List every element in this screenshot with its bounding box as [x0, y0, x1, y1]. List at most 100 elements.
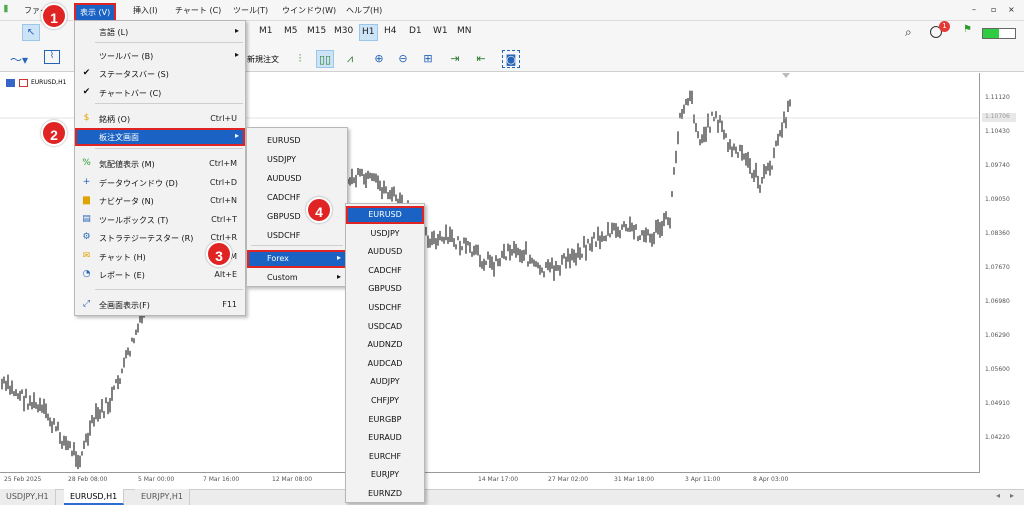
timeframe-d1[interactable]: D1	[409, 26, 422, 36]
chart-symbol-icon	[6, 79, 15, 87]
forex-symbol-item[interactable]: USDCAD	[346, 318, 424, 336]
line-studies-icon[interactable]: 〜▾	[10, 51, 28, 68]
menu-item-label: 言語 (L)	[99, 28, 129, 37]
forex-symbol-item[interactable]: EURNZD	[346, 485, 424, 503]
price-axis-label: 1.10430	[985, 128, 1010, 135]
candlestick-icon[interactable]: ▯▯	[316, 50, 334, 68]
view-menu-item[interactable]: ✔ チャートバー (C)	[75, 84, 245, 102]
menu-item-label: CADCHF	[267, 193, 301, 202]
menu-item-shortcut: Ctrl+M	[209, 159, 237, 168]
order-symbol-item[interactable]: CADCHF	[247, 189, 347, 207]
menu-item-label: USDCHF	[267, 231, 301, 240]
view-menu-item[interactable]: ✔ ステータスバー (S)	[75, 65, 245, 83]
autoscroll-icon[interactable]: ⇥	[446, 50, 464, 68]
bar-chart-icon[interactable]: ⫶	[291, 50, 309, 68]
forex-symbol-item[interactable]: AUDJPY	[346, 373, 424, 391]
order-symbol-item[interactable]: GBPUSD	[247, 208, 347, 226]
chart-tab[interactable]: USDJPY,H1	[0, 489, 56, 505]
chart-tab[interactable]: EURJPY,H1	[135, 489, 191, 505]
menu-item-icon: ◔	[82, 269, 91, 279]
order-symbol-item[interactable]: USDJPY	[247, 151, 347, 169]
order-group-item[interactable]: Custom ▸	[247, 269, 347, 287]
view-menu-item[interactable]: 言語 (L) ▸	[75, 23, 245, 41]
timeframe-m5[interactable]: M5	[284, 26, 298, 36]
window-close-button[interactable]: ×	[1008, 5, 1015, 14]
forex-symbol-item[interactable]: EURAUD	[346, 429, 424, 447]
order-symbol-item[interactable]: USDCHF	[247, 227, 347, 245]
menu-item-label: 全画面表示(F)	[99, 301, 150, 310]
forex-symbol-item[interactable]: CHFJPY	[346, 392, 424, 410]
submenu-arrow-icon: ▸	[336, 253, 341, 262]
forex-symbol-item[interactable]: AUDUSD	[346, 243, 424, 261]
timeframe-m30[interactable]: M30	[334, 26, 353, 36]
tab-scroll-right-icon[interactable]: ▸	[1010, 491, 1014, 500]
menu-window[interactable]: ウインドウ(W)	[282, 5, 336, 16]
forex-symbol-item[interactable]: EURCHF	[346, 448, 424, 466]
signal-icon: ⚑	[963, 24, 972, 35]
forex-symbol-item[interactable]: USDJPY	[346, 225, 424, 243]
chart-tab[interactable]: EURUSD,H1	[64, 489, 125, 505]
menu-insert[interactable]: 挿入(I)	[133, 5, 158, 16]
menu-item-label: CHFJPY	[370, 396, 400, 405]
timeframe-m15[interactable]: M15	[307, 26, 326, 36]
menu-separator	[95, 103, 243, 104]
forex-symbol-item[interactable]: AUDCAD	[346, 355, 424, 373]
menu-item-icon: ✔	[82, 68, 91, 78]
view-menu-item[interactable]: ▤ ツールボックス (T) Ctrl+T	[75, 211, 245, 229]
menu-item-label: USDCAD	[367, 321, 403, 331]
search-icon[interactable]: ⌕	[905, 25, 912, 40]
view-menu-item[interactable]: ◔ レポート (E) Alt+E	[75, 266, 245, 284]
forex-symbol-item[interactable]: EURGBP	[346, 411, 424, 429]
forex-symbol-item[interactable]: GBPUSD	[346, 280, 424, 298]
forex-symbol-item[interactable]: EURJPY	[346, 466, 424, 484]
forex-symbol-item[interactable]: AUDNZD	[346, 336, 424, 354]
screenshot-icon[interactable]: ◙	[502, 50, 520, 68]
timeframe-mn[interactable]: MN	[457, 26, 472, 36]
view-menu-item[interactable]: $ 銘柄 (O) Ctrl+U	[75, 110, 245, 128]
tab-scroll-left-icon[interactable]: ◂	[996, 491, 1000, 500]
order-symbol-item[interactable]: EURUSD	[247, 132, 347, 150]
forex-symbol-item[interactable]: CADCHF	[346, 262, 424, 280]
view-menu-item[interactable]: ▆ ナビゲータ (N) Ctrl+N	[75, 192, 245, 210]
menu-item-icon: ▆	[83, 195, 90, 205]
line-chart-icon[interactable]: ⩘	[341, 50, 359, 68]
window-minimize-button[interactable]: –	[972, 5, 976, 14]
menu-item-shortcut: Ctrl+T	[211, 215, 237, 224]
menu-bar: ⫴ ファイル 表示 (V) 挿入(I) チャート (C) ツール(T) ウインド…	[0, 0, 1024, 22]
chart-symbol-label: EURUSD,H1	[31, 79, 67, 86]
price-axis-label: 1.11120	[985, 94, 1010, 101]
timeframe-h1[interactable]: H1	[359, 24, 378, 41]
menu-tools[interactable]: ツール(T)	[233, 5, 268, 16]
new-order-button[interactable]: 新規注文	[247, 54, 279, 65]
price-axis-label: 1.04220	[985, 434, 1010, 441]
zoom-in-icon[interactable]: ⊕	[370, 50, 388, 68]
menu-item-shortcut: Ctrl+D	[209, 178, 237, 187]
menu-separator	[95, 148, 243, 149]
view-menu-item[interactable]: ツールバー (B) ▸	[75, 47, 245, 65]
timeframe-m1[interactable]: M1	[259, 26, 273, 36]
order-symbol-item[interactable]: AUDUSD	[247, 170, 347, 188]
order-group-item[interactable]: Forex ▸	[247, 250, 347, 268]
menu-help[interactable]: ヘルプ(H)	[346, 5, 382, 16]
timeframe-w1[interactable]: W1	[433, 26, 448, 36]
menu-item-icon	[81, 26, 92, 37]
menu-chart[interactable]: チャート (C)	[175, 5, 221, 16]
indicators-icon[interactable]: ⌇	[44, 50, 60, 64]
window-restore-button[interactable]: ▫	[991, 5, 996, 14]
view-menu-item[interactable]: ⤢ 全画面表示(F) F11	[75, 296, 245, 314]
tile-windows-icon[interactable]: ⊞	[419, 50, 437, 68]
view-menu-item[interactable]: % 気配値表示 (M) Ctrl+M	[75, 155, 245, 173]
connection-status-bar	[982, 28, 1016, 39]
forex-symbol-item[interactable]: EURUSD	[346, 206, 424, 224]
menu-item-label: ストラテジーテスター (R)	[99, 234, 194, 243]
zoom-out-icon[interactable]: ⊖	[394, 50, 412, 68]
menu-item-label: チャット (H)	[99, 253, 146, 262]
chart-shift-icon[interactable]: ⇤	[472, 50, 490, 68]
forex-symbol-item[interactable]: USDCHF	[346, 299, 424, 317]
menu-item-label: GBPUSD	[368, 284, 402, 294]
timeframe-h4[interactable]: H4	[384, 26, 397, 36]
view-menu-item[interactable]: 板注文画面 ▸	[75, 128, 245, 146]
cursor-tool-icon[interactable]: ↖	[22, 24, 40, 41]
view-menu-item[interactable]: + データウインドウ (D) Ctrl+D	[75, 174, 245, 192]
forex-submenu: EURUSD USDJPY AUDUSD CADCHF GBPUSD USDCHF USDC…	[345, 203, 425, 503]
